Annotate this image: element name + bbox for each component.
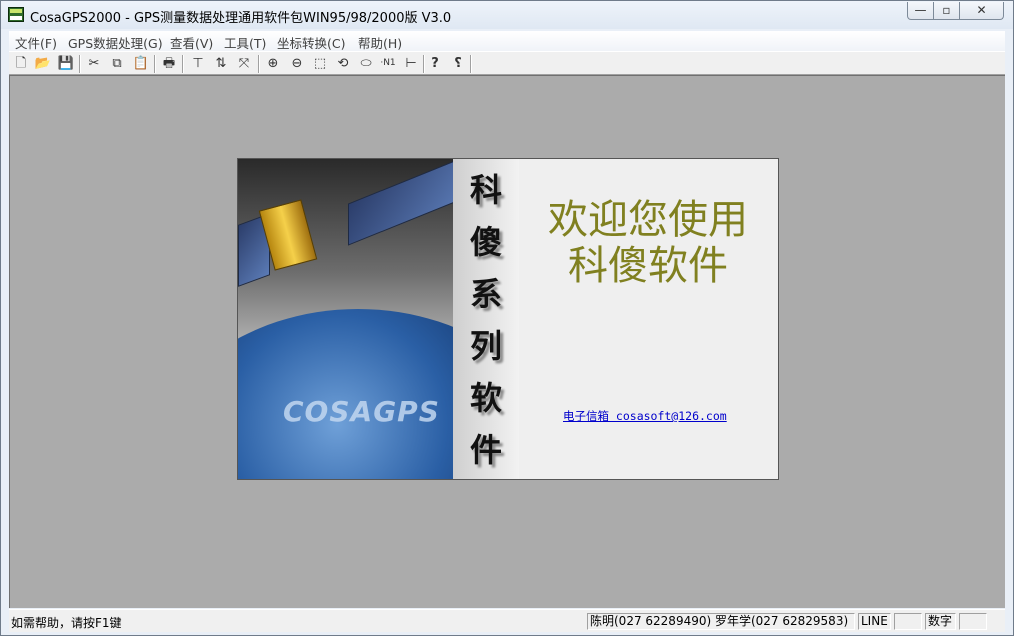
minimize-button[interactable]: —: [907, 2, 934, 20]
toolbar-separator: [470, 55, 472, 73]
close-button[interactable]: ✕: [959, 2, 1004, 20]
toolbar-separator: [182, 55, 184, 73]
vertical-char: 系: [469, 275, 502, 313]
save-icon[interactable]: 💾: [57, 55, 75, 72]
menu-bar: 文件(F) GPS数据处理(G) 查看(V) 工具(T) 坐标转换(C) 帮助(…: [9, 31, 1005, 51]
vertical-char: 科: [469, 171, 502, 209]
menu-tools[interactable]: 工具(T): [224, 33, 266, 52]
network-tool-icon[interactable]: ⤧: [235, 55, 253, 72]
axis-icon[interactable]: ⊢: [402, 55, 420, 72]
splash-panel: COSAGPS 科 傻 系 列 软 件 欢迎您使用 科傻软件 电子信箱 cosa…: [237, 158, 779, 480]
context-help-icon[interactable]: ⸮: [449, 55, 467, 72]
toolbar-separator: [79, 55, 81, 73]
vertical-char: 傻: [469, 223, 502, 261]
app-window: CosaGPS2000 - GPS测量数据处理通用软件包WIN95/98/200…: [0, 0, 1014, 636]
zoom-in-icon[interactable]: ⊕: [264, 55, 282, 72]
status-line-value: [894, 613, 922, 630]
paste-icon[interactable]: 📋: [132, 55, 150, 72]
cut-icon[interactable]: ✂: [85, 55, 103, 72]
welcome-line-1: 欢迎您使用: [548, 197, 748, 243]
toolbar-separator: [423, 55, 425, 73]
toolbar-separator: [258, 55, 260, 73]
vertical-char: 软: [469, 379, 502, 417]
window-title: CosaGPS2000 - GPS测量数据处理通用软件包WIN95/98/200…: [30, 11, 452, 26]
status-line: LINE: [858, 613, 891, 630]
solar-panel-right: [348, 159, 470, 246]
print-icon[interactable]: 🖶: [160, 55, 178, 72]
menu-view[interactable]: 查看(V): [170, 33, 213, 52]
zoom-window-icon[interactable]: ⬚: [311, 55, 329, 72]
vertical-tool-icon[interactable]: ⇅: [212, 55, 230, 72]
menu-coordinate-transform[interactable]: 坐标转换(C): [277, 33, 345, 52]
status-num: 数字: [925, 613, 956, 630]
vertical-char: 件: [469, 431, 502, 469]
maximize-button[interactable]: ▫: [933, 2, 960, 20]
toolbar-separator: [154, 55, 156, 73]
app-icon[interactable]: [8, 7, 24, 22]
welcome-line-2: 科傻软件: [568, 243, 728, 289]
menu-file[interactable]: 文件(F): [15, 33, 57, 52]
copy-icon[interactable]: ⧉: [108, 55, 126, 72]
status-bar: 如需帮助，请按F1键 陈明(027 62289490) 罗年学(027 6282…: [9, 609, 1005, 632]
status-contact: 陈明(027 62289490) 罗年学(027 62829583): [587, 613, 855, 630]
email-link[interactable]: 电子信箱 cosasoft@126.com: [563, 408, 727, 424]
vertical-title: 科 傻 系 列 软 件: [460, 165, 512, 477]
title-bar[interactable]: CosaGPS2000 - GPS测量数据处理通用软件包WIN95/98/200…: [1, 1, 1013, 29]
welcome-heading: 欢迎您使用 科傻软件: [538, 197, 758, 289]
n1-icon[interactable]: ·N1: [379, 55, 397, 72]
menu-help[interactable]: 帮助(H): [358, 33, 402, 52]
menu-gps-processing[interactable]: GPS数据处理(G): [68, 33, 163, 52]
toolbar: 🗋 📂 💾 ✂ ⧉ 📋 🖶 ⊤ ⇅ ⤧ ⊕ ⊖ ⬚ ⟲ ⬭ ·N1 ⊢ ? ⸮: [9, 51, 1005, 75]
ellipse-icon[interactable]: ⬭: [357, 55, 375, 72]
measure-tool-icon[interactable]: ⊤: [189, 55, 207, 72]
new-file-icon[interactable]: 🗋: [12, 55, 30, 72]
brand-text: COSAGPS: [283, 395, 440, 428]
zoom-out-icon[interactable]: ⊖: [288, 55, 306, 72]
status-num-value: [959, 613, 987, 630]
status-help-text: 如需帮助，请按F1键: [11, 616, 122, 630]
vertical-char: 列: [469, 327, 502, 365]
zoom-all-icon[interactable]: ⟲: [334, 55, 352, 72]
open-folder-icon[interactable]: 📂: [34, 55, 52, 72]
help-icon[interactable]: ?: [426, 55, 444, 72]
